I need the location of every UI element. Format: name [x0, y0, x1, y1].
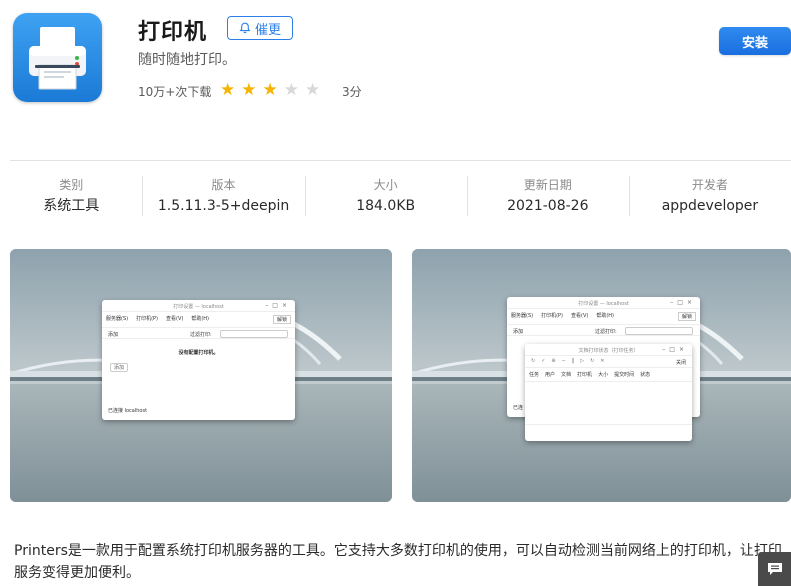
window-titlebar: 打印设置 — localhost –□× — [102, 300, 295, 312]
add-printer-button: 添加 — [110, 363, 128, 372]
connection-status: 已连 — [513, 405, 524, 411]
print-queue-dialog: 文档打印状态（打印任务） –□× ↻✓⊕−‖▷↻✕ 关闭 任务 用户 文档 打印… — [525, 344, 692, 441]
dialog-toolbar: ↻✓⊕−‖▷↻✕ 关闭 — [525, 356, 692, 368]
column-header: 打印机 — [577, 372, 593, 378]
feedback-icon — [767, 562, 782, 575]
menu-item: 服务器(S) — [106, 316, 129, 322]
menu-item: 服务器(S) — [511, 313, 534, 319]
queue-table-divider — [525, 424, 692, 425]
column-header: 大小 — [598, 372, 609, 378]
filter-label: 过滤打印: — [595, 329, 617, 335]
info-size: 大小 184.0KB — [304, 176, 467, 218]
info-value: 184.0KB — [356, 198, 416, 214]
info-update-date: 更新日期 2021-08-26 — [466, 176, 629, 218]
star-icon: ★ — [262, 80, 278, 100]
menu-item: 查看(V) — [166, 316, 184, 322]
column-header: 状态 — [640, 372, 651, 378]
star-icon: ★ — [283, 80, 299, 100]
star-icon: ★ — [241, 80, 257, 100]
window-toolbar: 添加 过滤打印: — [102, 327, 295, 339]
info-label: 更新日期 — [523, 178, 572, 192]
queue-table-header: 任务 用户 文档 打印机 大小 提交时间 状态 — [525, 368, 692, 382]
dialog-close-button: 关闭 — [675, 360, 686, 366]
printer-icon — [29, 27, 86, 90]
download-count: 10万+次下载 — [138, 85, 212, 99]
remind-update-label: 催更 — [254, 22, 281, 38]
filter-input — [625, 327, 693, 335]
filter-input — [220, 330, 288, 338]
menu-item: 查看(V) — [571, 313, 589, 319]
connection-status: 已连接 localhost — [108, 408, 148, 414]
screenshot-2[interactable]: 打印设置 — localhost –□× 服务器(S) 打印机(P) 查看(V)… — [412, 249, 791, 502]
window-titlebar: 打印设置 — localhost –□× — [507, 297, 700, 309]
unlock-button: 解锁 — [272, 315, 291, 324]
info-category: 类别 系统工具 — [0, 176, 142, 218]
menu-item: 帮助(H) — [596, 313, 614, 319]
feedback-button[interactable] — [758, 552, 791, 586]
window-menubar: 服务器(S) 打印机(P) 查看(V) 帮助(H) 解锁 — [507, 309, 700, 324]
window-menubar: 服务器(S) 打印机(P) 查看(V) 帮助(H) 解锁 — [102, 312, 295, 327]
info-label: 大小 — [373, 178, 398, 192]
column-header: 任务 — [529, 372, 540, 378]
info-label: 版本 — [211, 178, 236, 192]
app-icon — [13, 13, 102, 102]
info-value: 系统工具 — [43, 198, 100, 214]
printer-settings-window: 打印设置 — localhost –□× 服务器(S) 打印机(P) 查看(V)… — [102, 300, 295, 420]
info-label: 类别 — [59, 178, 84, 192]
add-printer-label: 添加 — [513, 329, 524, 335]
window-controls: –□× — [670, 299, 696, 306]
window-controls: –□× — [265, 302, 291, 309]
info-value: 2021-08-26 — [507, 198, 589, 214]
info-developer: 开发者 appdeveloper — [628, 176, 791, 218]
menu-item: 帮助(H) — [191, 316, 209, 322]
column-header: 提交时间 — [614, 372, 635, 378]
app-description: Printers是一款用于配置系统打印机服务器的工具。它支持大多数打印机的使用，… — [14, 543, 782, 581]
info-label: 开发者 — [691, 178, 728, 192]
menu-item: 打印机(P) — [136, 316, 158, 322]
dialog-titlebar: 文档打印状态（打印任务） –□× — [525, 344, 692, 356]
screenshot-1[interactable]: 打印设置 — localhost –□× 服务器(S) 打印机(P) 查看(V)… — [10, 249, 392, 502]
bell-icon — [239, 22, 251, 34]
menu-item: 打印机(P) — [541, 313, 563, 319]
toolbar-icons: ↻✓⊕−‖▷↻✕ — [531, 358, 611, 364]
rating-score: 3分 — [342, 85, 362, 99]
remind-update-button[interactable]: 催更 — [227, 16, 293, 40]
info-value: 1.5.11.3-5+deepin — [157, 198, 290, 214]
info-value: appdeveloper — [661, 198, 759, 214]
unlock-button: 解锁 — [677, 312, 696, 321]
app-subtitle: 随时随地打印。 — [138, 52, 236, 68]
column-header: 文档 — [561, 372, 572, 378]
rating-stars: ★ ★ ★ ★ ★ — [220, 81, 320, 99]
app-info-row: 类别 系统工具 版本 1.5.11.3-5+deepin 大小 184.0KB … — [0, 176, 791, 218]
install-button[interactable]: 安装 — [719, 27, 791, 55]
star-icon: ★ — [305, 80, 321, 100]
add-printer-label: 添加 — [108, 332, 119, 338]
empty-state-text: 没有配置打印机。 — [178, 350, 219, 356]
window-controls: –□× — [662, 346, 688, 353]
filter-label: 过滤打印: — [190, 332, 212, 338]
info-version: 版本 1.5.11.3-5+deepin — [142, 176, 304, 218]
star-icon: ★ — [220, 80, 236, 100]
column-header: 用户 — [545, 372, 556, 378]
divider — [10, 160, 791, 161]
app-title: 打印机 — [138, 20, 208, 45]
window-toolbar: 添加 过滤打印: — [507, 324, 700, 336]
